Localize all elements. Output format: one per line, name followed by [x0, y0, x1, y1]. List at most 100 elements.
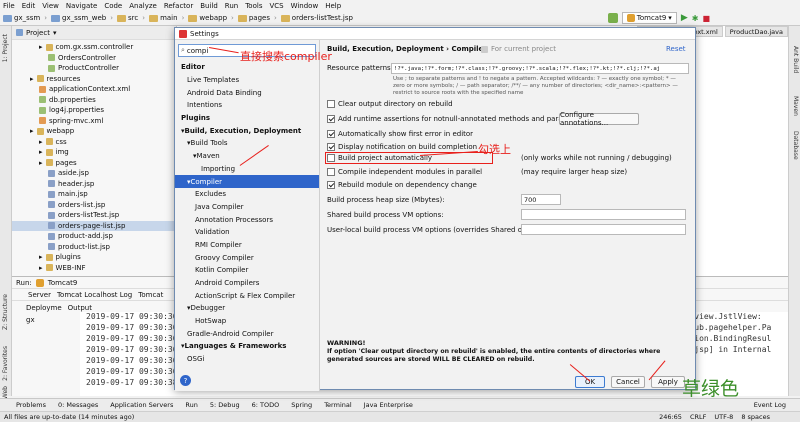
menu-run[interactable]: Run	[225, 2, 238, 10]
settings-nav-item[interactable]: ▾ Compiler	[175, 175, 319, 188]
project-tree-item[interactable]: orders-list.jsp	[12, 200, 176, 211]
chevron-down-icon[interactable]: ▾	[187, 304, 191, 312]
show-first-error-checkbox[interactable]	[327, 130, 335, 138]
help-button[interactable]: ?	[180, 375, 191, 386]
bottom-tab-1[interactable]: 0: Messages	[58, 401, 98, 409]
project-tree-item[interactable]: ▸ com.gx.ssm.controller	[12, 42, 176, 53]
chevron-icon[interactable]: ▸	[39, 159, 43, 167]
settings-nav-item[interactable]: Groovy Compiler	[175, 251, 319, 264]
stop-icon[interactable]: ■	[702, 14, 710, 23]
ant-build-tab[interactable]: Ant Build	[792, 46, 799, 73]
run-icon[interactable]: ▶	[681, 13, 688, 23]
project-tool-tab[interactable]: 1: Project	[2, 34, 9, 62]
project-tree-item[interactable]: ▸ plugins	[12, 252, 176, 263]
shared-vm-input[interactable]	[521, 209, 686, 220]
chevron-icon[interactable]: ▸	[30, 75, 34, 83]
run-tab[interactable]: Server	[28, 291, 51, 299]
settings-nav-item[interactable]: ▾ Languages & Frameworks	[175, 340, 319, 353]
bottom-tab-0[interactable]: Problems	[16, 401, 46, 409]
settings-nav-item[interactable]: HotSwap	[175, 315, 319, 328]
settings-nav-item[interactable]: Validation	[175, 226, 319, 239]
menu-window[interactable]: Window	[291, 2, 319, 10]
project-tree-item[interactable]: ▸ img	[12, 147, 176, 158]
chevron-icon[interactable]: ▸	[39, 253, 43, 261]
project-tree-item[interactable]: log4j.properties	[12, 105, 176, 116]
project-tree-item[interactable]: db.properties	[12, 95, 176, 106]
file-encoding[interactable]: UTF-8	[714, 413, 733, 421]
build-icon[interactable]	[607, 13, 618, 23]
rebuild-module-row[interactable]: Rebuild module on dependency change	[327, 181, 477, 189]
bottom-tab-4[interactable]: 5: Debug	[210, 401, 240, 409]
reset-link[interactable]: Reset	[666, 45, 686, 53]
breadcrumb-item[interactable]: src	[117, 14, 138, 22]
menu-refactor[interactable]: Refactor	[164, 2, 193, 10]
cancel-button[interactable]: Cancel	[611, 376, 645, 388]
settings-nav-item[interactable]: OSGi	[175, 353, 319, 366]
clear-output-row[interactable]: Clear output directory on rebuild	[327, 100, 453, 108]
chevron-down-icon[interactable]: ▾	[181, 127, 185, 135]
settings-nav-item[interactable]: Live Templates	[175, 74, 319, 87]
structure-tool-tab[interactable]: Z: Structure	[2, 294, 9, 330]
project-tree-item[interactable]: ▸ WEB-INF	[12, 263, 176, 274]
menu-tools[interactable]: Tools	[245, 2, 262, 10]
breadcrumb-item[interactable]: orders-listTest.jsp	[280, 14, 353, 22]
maven-tab[interactable]: Maven	[792, 96, 799, 116]
settings-nav-item[interactable]: RMI Compiler	[175, 239, 319, 252]
settings-nav-item[interactable]: Android Compilers	[175, 277, 319, 290]
rebuild-module-checkbox[interactable]	[327, 181, 335, 189]
apply-button[interactable]: Apply	[651, 376, 685, 388]
settings-nav-item[interactable]: Android Data Binding	[175, 86, 319, 99]
project-tree-item[interactable]: ▸ css	[12, 137, 176, 148]
settings-nav-item[interactable]: ▾ Debugger	[175, 302, 319, 315]
chevron-icon[interactable]: ▸	[30, 127, 34, 135]
menu-code[interactable]: Code	[104, 2, 122, 10]
run-config-select[interactable]: Tomcat9 ▾	[621, 12, 677, 24]
heap-size-input[interactable]: 700	[521, 194, 561, 205]
chevron-icon[interactable]: ▸	[39, 43, 43, 51]
breadcrumb-item[interactable]: pages	[237, 14, 270, 22]
project-panel-title[interactable]: Project	[26, 29, 50, 37]
bottom-tab-2[interactable]: Application Servers	[110, 401, 173, 409]
project-tree-item[interactable]: applicationContext.xml	[12, 84, 176, 95]
editor-tab[interactable]: ProductDao.java	[724, 26, 788, 37]
settings-nav-item[interactable]: ActionScript & Flex Compiler	[175, 289, 319, 302]
chevron-icon[interactable]: ▸	[39, 138, 43, 146]
project-tree-item[interactable]: aside.jsp	[12, 168, 176, 179]
compile-parallel-row[interactable]: Compile independent modules in parallel	[327, 168, 482, 176]
caret-position[interactable]: 246:65	[659, 413, 682, 421]
bottom-tab-9[interactable]: Event Log	[754, 401, 786, 409]
settings-nav-item[interactable]: Annotation Processors	[175, 213, 319, 226]
breadcrumb-item[interactable]: webapp	[188, 14, 227, 22]
project-tree-item[interactable]: ▸ webapp	[12, 126, 176, 137]
bottom-tab-5[interactable]: 6: TODO	[252, 401, 280, 409]
settings-nav-item[interactable]: Excludes	[175, 188, 319, 201]
user-vm-input[interactable]	[521, 224, 686, 235]
project-tree-item[interactable]: ▸ resources	[12, 74, 176, 85]
favorites-tool-tab[interactable]: 2: Favorites	[2, 346, 9, 381]
bottom-tab-8[interactable]: Java Enterprise	[364, 401, 413, 409]
menu-file[interactable]: File	[3, 2, 15, 10]
menu-build[interactable]: Build	[200, 2, 218, 10]
debug-icon[interactable]: ✱	[692, 14, 699, 23]
settings-nav-item[interactable]: Intentions	[175, 99, 319, 112]
project-tree-item[interactable]: ▸ pages	[12, 158, 176, 169]
settings-nav-item[interactable]: ▾ Build, Execution, Deployment	[175, 124, 319, 137]
project-tree-item[interactable]: product-list.jsp	[12, 242, 176, 253]
project-tree-item[interactable]: ProductController	[12, 63, 176, 74]
database-tab[interactable]: Database	[792, 131, 799, 160]
project-tree-item[interactable]: main.jsp	[12, 189, 176, 200]
clear-output-checkbox[interactable]	[327, 100, 335, 108]
run-tab[interactable]: Tomcat Localhost Log	[57, 291, 132, 299]
project-tree-item[interactable]: spring-mvc.xml	[12, 116, 176, 127]
menu-analyze[interactable]: Analyze	[129, 2, 157, 10]
chevron-down-icon[interactable]: ▾	[193, 152, 197, 160]
ok-button[interactable]: OK	[575, 376, 605, 388]
bottom-tab-7[interactable]: Terminal	[324, 401, 351, 409]
compile-parallel-checkbox[interactable]	[327, 168, 335, 176]
configure-annotations-button[interactable]: Configure annotations...	[559, 111, 639, 127]
display-notification-checkbox[interactable]	[327, 143, 335, 151]
display-notification-row[interactable]: Display notification on build completion	[327, 143, 477, 151]
menu-help[interactable]: Help	[325, 2, 341, 10]
add-runtime-checkbox[interactable]	[327, 115, 335, 123]
chevron-down-icon[interactable]: ▾	[187, 139, 191, 147]
